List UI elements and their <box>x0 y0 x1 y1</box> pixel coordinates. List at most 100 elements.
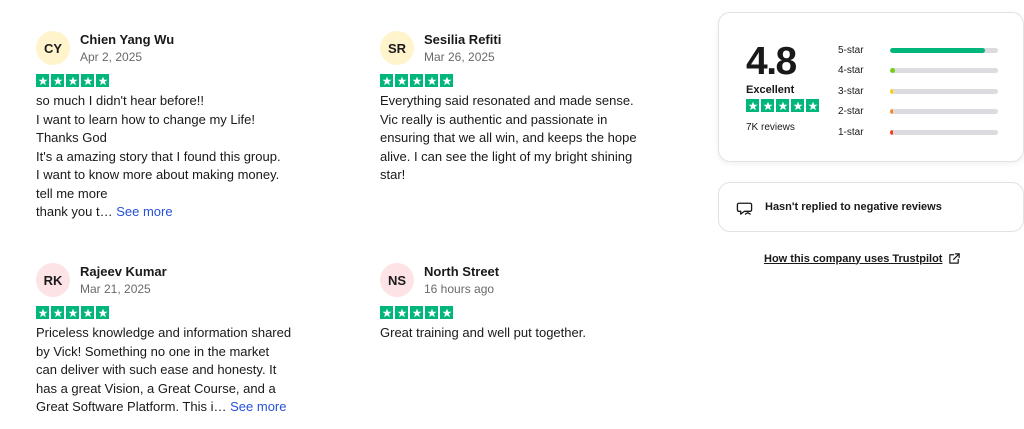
review-text-line: Thanks God <box>36 130 107 145</box>
avatar[interactable]: CY <box>36 31 70 65</box>
review-text-line: so much I didn't hear before!! <box>36 93 204 108</box>
review-text-line: Everything said resonated and made sense… <box>380 93 634 108</box>
review-text-line: Great training and well put together. <box>380 325 586 340</box>
review-text-line: by Vick! Something no one in the market <box>36 343 270 359</box>
negative-reviews-text: Hasn't replied to negative reviews <box>765 201 942 213</box>
review-date: 16 hours ago <box>424 281 495 296</box>
distribution-bar-fill <box>890 88 893 94</box>
distribution-label: 3-star <box>838 85 864 97</box>
review-date: Mar 26, 2025 <box>424 49 495 64</box>
review-text-line: alive. I can see the light of my bright … <box>380 148 633 164</box>
star-icon <box>440 74 453 87</box>
distribution-row-1-star[interactable]: 1-star <box>838 122 998 143</box>
review-text-line: I want to know more about making money. <box>36 167 280 182</box>
review-card: SR Sesilia Refiti Mar 26, 2025 Everythin… <box>380 28 680 185</box>
distribution-bar-track <box>890 129 998 135</box>
trust-score-label: Excellent <box>746 84 795 96</box>
review-card: RK Rajeev Kumar Mar 21, 2025 Priceless k… <box>36 260 336 417</box>
distribution-row-3-star[interactable]: 3-star <box>838 81 998 102</box>
star-icon <box>81 306 94 319</box>
distribution-bar-track <box>890 47 998 53</box>
distribution-row-5-star[interactable]: 5-star <box>838 40 998 61</box>
how-company-uses-trustpilot-link[interactable]: How this company uses Trustpilot <box>764 252 961 265</box>
see-more-link[interactable]: See more <box>116 204 172 219</box>
star-icon <box>51 306 64 319</box>
reviewer-name[interactable]: Chien Yang Wu <box>80 31 174 48</box>
star-rating <box>36 306 336 319</box>
distribution-bar-fill <box>890 47 986 53</box>
review-text-truncated: Great Software Platform. This i… <box>36 399 227 414</box>
reviewer-name[interactable]: Rajeev Kumar <box>80 263 167 280</box>
distribution-bar-fill <box>890 109 893 115</box>
review-text-line: It's a amazing story that I found this g… <box>36 148 281 164</box>
star-rating <box>36 74 336 87</box>
star-icon <box>36 74 49 87</box>
star-icon <box>806 99 819 112</box>
review-text: Great training and well put together. <box>380 324 680 343</box>
distribution-bar-track <box>890 68 998 74</box>
star-icon <box>425 306 438 319</box>
star-icon <box>395 74 408 87</box>
summary-star-rating <box>746 99 819 112</box>
star-rating <box>380 306 680 319</box>
review-header: NS North Street 16 hours ago <box>380 260 680 300</box>
reviewer-name[interactable]: Sesilia Refiti <box>424 31 501 48</box>
review-date: Apr 2, 2025 <box>80 49 143 64</box>
negative-reviews-notice[interactable]: Hasn't replied to negative reviews <box>718 182 1024 232</box>
star-icon <box>425 74 438 87</box>
distribution-bar-fill <box>890 129 893 135</box>
how-link-label: How this company uses Trustpilot <box>764 252 943 265</box>
star-icon <box>96 74 109 87</box>
see-more-link[interactable]: See more <box>230 399 286 414</box>
speech-bubble-icon <box>736 199 753 216</box>
reviewer-name[interactable]: North Street <box>424 263 499 280</box>
review-header: SR Sesilia Refiti Mar 26, 2025 <box>380 28 680 68</box>
star-icon <box>410 306 423 319</box>
review-text-line: star! <box>380 167 406 182</box>
star-icon <box>66 74 79 87</box>
star-icon <box>395 306 408 319</box>
star-icon <box>66 306 79 319</box>
rating-summary-card: 4.8 Excellent 7K reviews 5-star 4-star 3-s… <box>718 12 1024 162</box>
avatar[interactable]: RK <box>36 263 70 297</box>
star-icon <box>51 74 64 87</box>
review-text-line: can deliver with such ease and honesty. … <box>36 362 277 377</box>
distribution-label: 2-star <box>838 106 864 118</box>
review-text: Priceless knowledge and information shar… <box>36 324 336 417</box>
star-icon <box>96 306 109 319</box>
distribution-label: 4-star <box>838 65 864 77</box>
star-icon <box>36 306 49 319</box>
review-text: Everything said resonated and made sense… <box>380 92 680 185</box>
distribution-bar-track <box>890 109 998 115</box>
review-text-line: ensuring that we all win, and keeps the … <box>380 130 637 145</box>
star-rating <box>380 74 680 87</box>
star-icon <box>380 74 393 87</box>
star-icon <box>776 99 789 112</box>
review-text-line: has a great Vision, a Great Course, and … <box>36 380 276 396</box>
review-card: CY Chien Yang Wu Apr 2, 2025 so much I d… <box>36 28 336 222</box>
distribution-label: 5-star <box>838 44 864 56</box>
avatar[interactable]: SR <box>380 31 414 65</box>
review-header: CY Chien Yang Wu Apr 2, 2025 <box>36 28 336 68</box>
review-card: NS North Street 16 hours ago Great train… <box>380 260 680 343</box>
star-icon <box>746 99 759 112</box>
star-icon <box>791 99 804 112</box>
distribution-bar-track <box>890 88 998 94</box>
distribution-bar-fill <box>890 68 896 74</box>
distribution-label: 1-star <box>838 126 864 138</box>
star-icon <box>761 99 774 112</box>
star-icon <box>440 306 453 319</box>
trust-score: 4.8 <box>746 40 797 83</box>
review-text-line: tell me more <box>36 185 108 201</box>
distribution-row-4-star[interactable]: 4-star <box>838 61 998 82</box>
avatar[interactable]: NS <box>380 263 414 297</box>
star-icon <box>81 74 94 87</box>
review-text-line: Vic really is authentic and passionate i… <box>380 111 608 127</box>
review-text-truncated: thank you t… <box>36 204 113 219</box>
review-date: Mar 21, 2025 <box>80 281 151 296</box>
external-link-icon <box>942 252 961 265</box>
distribution-row-2-star[interactable]: 2-star <box>838 102 998 123</box>
star-icon <box>380 306 393 319</box>
review-text-line: I want to learn how to change my Life! <box>36 111 255 127</box>
rating-distribution: 5-star 4-star 3-star 2-star 1-star <box>838 40 998 143</box>
